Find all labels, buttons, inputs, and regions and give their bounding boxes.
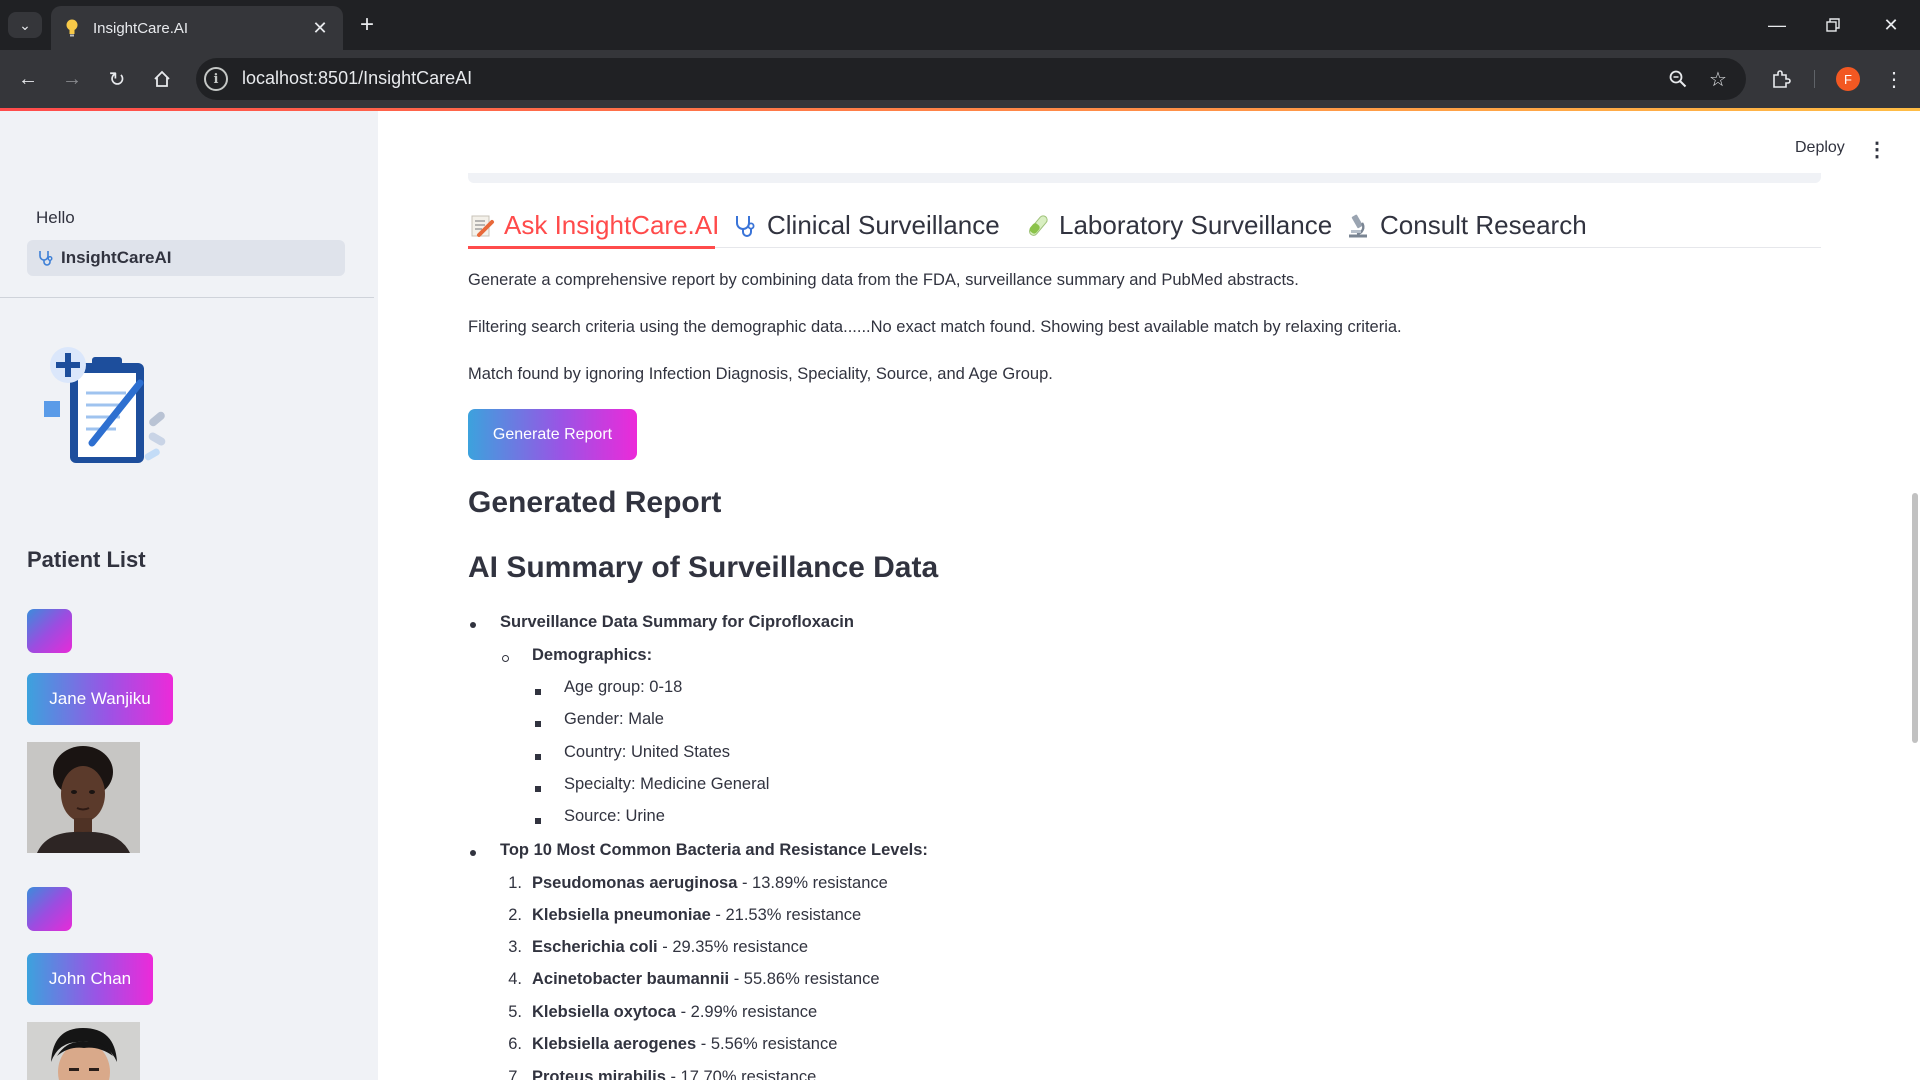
demographic-item: Specialty: Medicine General <box>564 775 770 793</box>
list-number: 3. <box>508 938 522 956</box>
browser-tabstrip: ⌄ InsightCare.AI ✕ + — ✕ <box>0 0 1920 50</box>
microscope-icon <box>1344 212 1372 240</box>
profile-avatar[interactable]: F <box>1836 67 1860 91</box>
active-tab-indicator <box>468 246 715 249</box>
home-button[interactable] <box>146 63 178 95</box>
bookmark-star-icon[interactable]: ☆ <box>1702 63 1734 95</box>
bacteria-item: Proteus mirabilis - 17.70% resistance <box>532 1068 817 1080</box>
sidebar-divider <box>0 297 374 298</box>
tab-laboratory-surveillance[interactable]: Laboratory Surveillance <box>1023 203 1332 248</box>
app-menu-icon[interactable]: ⋮ <box>1867 137 1887 161</box>
lightbulb-favicon-icon <box>63 19 81 37</box>
main-scrollbar[interactable] <box>1912 493 1918 743</box>
tab-label: Consult Research <box>1380 210 1587 240</box>
stethoscope-icon <box>37 249 55 267</box>
demographic-item: Country: United States <box>564 743 730 761</box>
tab-clinical-surveillance[interactable]: Clinical Surveillance <box>731 203 1000 248</box>
sidebar-nav-insightcareai[interactable]: InsightCareAI <box>27 240 345 276</box>
toolbar-divider <box>1814 70 1815 88</box>
browser-menu-icon[interactable]: ⋮ <box>1878 63 1910 95</box>
chevron-down-icon: ⌄ <box>19 16 31 33</box>
filter-status-text: Filtering search criteria using the demo… <box>468 318 1402 336</box>
zoom-icon[interactable] <box>1662 63 1694 95</box>
close-window-button[interactable]: ✕ <box>1876 10 1906 40</box>
clipboard-pen-illustration <box>44 347 166 463</box>
top-container-edge <box>468 173 1821 183</box>
patient-button-john-chan[interactable]: John Chan <box>27 953 153 1005</box>
demographics-title: Demographics: <box>532 646 653 664</box>
tab-label: Clinical Surveillance <box>767 210 1000 240</box>
tab-consult-research[interactable]: Consult Research <box>1344 203 1587 248</box>
bacteria-item: Escherichia coli - 29.35% resistance <box>532 938 809 956</box>
sidebar-nav-label: InsightCareAI <box>61 248 172 267</box>
sidebar: Hello InsightCareAI Patient List Jane Wa… <box>0 111 378 1080</box>
stethoscope-icon <box>731 212 759 240</box>
new-tab-button[interactable]: + <box>354 11 380 38</box>
list-number: 4. <box>508 970 522 988</box>
list-bullet <box>535 721 541 727</box>
back-button[interactable]: ← <box>12 63 44 95</box>
browser-toolbar: ← → ↻ i localhost:8501/InsightCareAI ☆ F… <box>0 50 1920 108</box>
tab-label: Laboratory Surveillance <box>1059 210 1333 240</box>
tab-close-icon[interactable]: ✕ <box>309 18 331 39</box>
demographic-item: Source: Urine <box>564 807 665 825</box>
patient-button-jane-wanjiku[interactable]: Jane Wanjiku <box>27 673 173 725</box>
generate-report-button[interactable]: Generate Report <box>468 409 637 460</box>
url-text[interactable]: localhost:8501/InsightCareAI <box>242 68 472 89</box>
list-number: 5. <box>508 1003 522 1021</box>
patient-list-title: Patient List <box>27 547 146 572</box>
tab-bar: Ask InsightCare.AI Clinical Surveillance… <box>468 203 1821 248</box>
list-number: 1. <box>508 874 522 892</box>
patient-avatar-placeholder[interactable] <box>27 887 72 931</box>
generated-report-heading: Generated Report <box>468 486 722 519</box>
list-number: 7. <box>508 1068 522 1080</box>
test-tube-icon <box>1023 212 1051 240</box>
tab-ask-insightcare[interactable]: Ask InsightCare.AI <box>468 203 719 248</box>
site-info-icon[interactable]: i <box>204 67 228 91</box>
patient-avatar-placeholder[interactable] <box>27 609 72 653</box>
list-number: 6. <box>508 1035 522 1053</box>
demographic-item: Gender: Male <box>564 710 664 728</box>
reload-button[interactable]: ↻ <box>101 63 133 95</box>
minimize-window-button[interactable]: — <box>1762 10 1792 40</box>
bacteria-item: Klebsiella aerogenes - 5.56% resistance <box>532 1035 838 1053</box>
demographic-item: Age group: 0-18 <box>564 678 683 696</box>
tab-search-button[interactable]: ⌄ <box>8 12 42 38</box>
bacteria-list-title: Top 10 Most Common Bacteria and Resistan… <box>500 841 928 859</box>
list-number: 2. <box>508 906 522 924</box>
extensions-icon[interactable] <box>1765 63 1797 95</box>
home-icon <box>154 70 170 87</box>
intro-text: Generate a comprehensive report by combi… <box>468 271 1299 289</box>
list-bullet <box>502 655 509 662</box>
tab-label: Ask InsightCare.AI <box>504 210 720 240</box>
bacteria-item: Klebsiella oxytoca - 2.99% resistance <box>532 1003 818 1021</box>
sidebar-nav-hello[interactable]: Hello <box>36 208 75 228</box>
bacteria-item: Klebsiella pneumoniae - 21.53% resistanc… <box>532 906 862 924</box>
deploy-button[interactable]: Deploy <box>1795 139 1845 157</box>
patient-photo-john-chan <box>27 1022 140 1080</box>
browser-tab[interactable]: InsightCare.AI ✕ <box>51 6 343 50</box>
memo-pencil-icon <box>468 212 496 240</box>
summary-title: Surveillance Data Summary for Ciprofloxa… <box>500 613 854 631</box>
bacteria-item: Acinetobacter baumannii - 55.86% resista… <box>532 970 880 988</box>
list-bullet <box>535 754 541 760</box>
ai-summary-heading: AI Summary of Surveillance Data <box>468 551 939 584</box>
match-status-text: Match found by ignoring Infection Diagno… <box>468 365 1053 383</box>
list-bullet <box>470 622 476 628</box>
forward-button[interactable]: → <box>56 63 88 95</box>
patient-photo-jane-wanjiku <box>27 742 140 853</box>
address-bar[interactable]: i localhost:8501/InsightCareAI ☆ <box>196 58 1746 100</box>
list-bullet <box>470 850 476 856</box>
restore-icon <box>1826 18 1840 32</box>
list-bullet <box>535 818 541 824</box>
list-bullet <box>535 689 541 695</box>
restore-window-button[interactable] <box>1818 10 1848 40</box>
tab-title: InsightCare.AI <box>93 19 189 37</box>
list-bullet <box>535 786 541 792</box>
bacteria-item: Pseudomonas aeruginosa - 13.89% resistan… <box>532 874 888 892</box>
main-content: Deploy ⋮ Ask InsightCare.AI Clinical Sur… <box>378 111 1920 1080</box>
